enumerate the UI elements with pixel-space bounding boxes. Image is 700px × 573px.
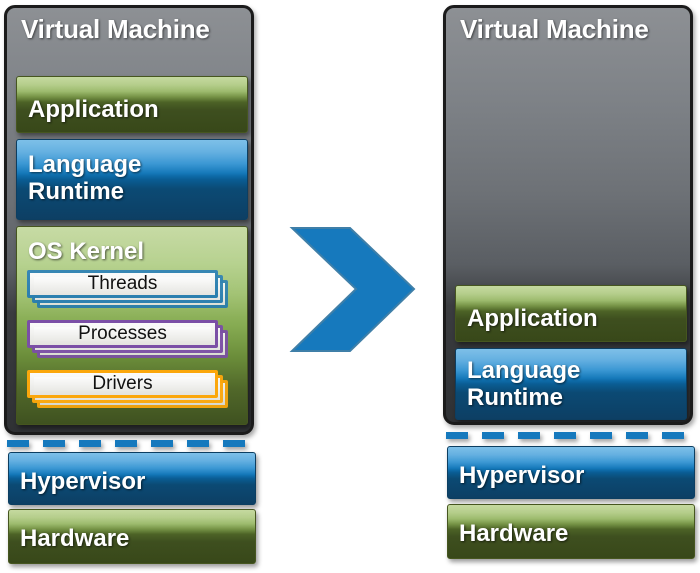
left-application-label: Application (28, 96, 159, 123)
right-dashed-divider (446, 432, 692, 439)
left-architecture-stack: Virtual Machine Application Language Run… (4, 0, 256, 573)
right-layer-application: Application (455, 285, 687, 342)
left-dashed-divider (7, 440, 253, 447)
left-layer-application: Application (16, 76, 248, 133)
left-os-kernel-label: OS Kernel (28, 238, 145, 265)
right-layer-language-runtime: Language Runtime (455, 348, 687, 420)
chevron-right-arrow (288, 222, 418, 357)
left-layer-hypervisor: Hypervisor (8, 452, 256, 505)
left-layer-language-runtime: Language Runtime (16, 139, 248, 220)
chevron-right-arrow-svg (289, 227, 416, 352)
right-hardware-label: Hardware (459, 520, 569, 547)
left-hypervisor-label: Hypervisor (20, 468, 146, 495)
left-language-label: Language (28, 151, 142, 178)
chevron-shape (289, 227, 416, 352)
right-layer-hardware: Hardware (447, 504, 695, 559)
left-layer-hardware: Hardware (8, 509, 256, 564)
left-kernel-item-threads: Threads (27, 270, 232, 308)
processes-label: Processes (78, 323, 167, 344)
right-application-label: Application (467, 305, 598, 332)
left-hardware-label: Hardware (20, 525, 130, 552)
right-architecture-stack: Virtual Machine Application Language Run… (443, 0, 695, 573)
left-runtime-label: Runtime (28, 178, 124, 206)
right-layer-hypervisor: Hypervisor (447, 446, 695, 499)
right-vm-title: Virtual Machine (460, 14, 649, 44)
right-language-label: Language (467, 357, 581, 384)
threads-label: Threads (87, 273, 158, 294)
left-kernel-item-processes: Processes (27, 320, 232, 358)
right-virtual-machine-container: Virtual Machine Application Language Run… (443, 5, 693, 425)
drivers-label: Drivers (92, 373, 153, 394)
left-virtual-machine-container: Virtual Machine Application Language Run… (4, 5, 254, 435)
right-runtime-label: Runtime (467, 384, 563, 412)
left-vm-title: Virtual Machine (21, 14, 210, 44)
right-hypervisor-label: Hypervisor (459, 462, 585, 489)
left-kernel-item-drivers: Drivers (27, 370, 232, 408)
